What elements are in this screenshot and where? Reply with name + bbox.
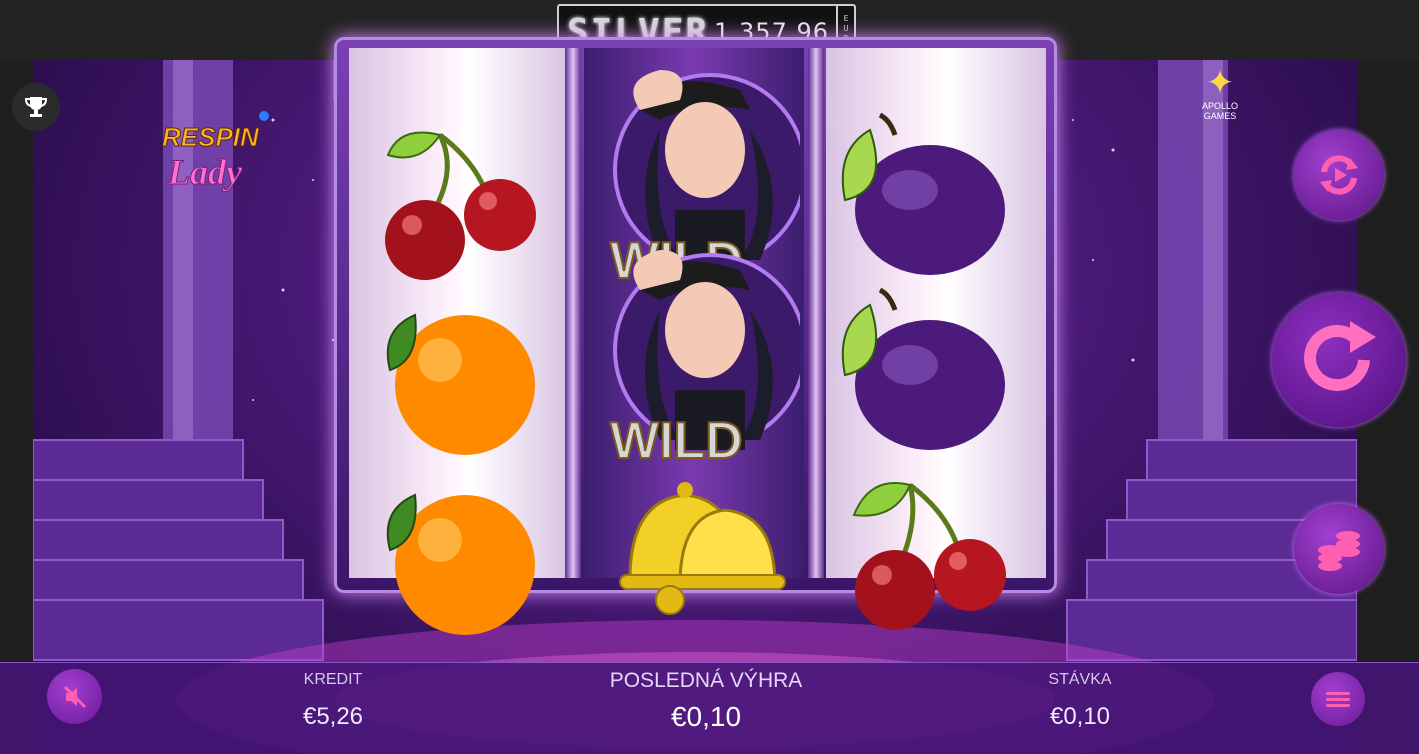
game-logo-line1: RESPIN <box>162 122 260 152</box>
svg-text:WILD: WILD <box>610 412 743 470</box>
autoplay-button[interactable] <box>1294 130 1384 220</box>
last-win-value: €0,10 <box>670 701 742 732</box>
spin-button[interactable] <box>1272 293 1406 427</box>
orange-icon <box>370 295 550 465</box>
bottom-bar: KREDIT €5,26 POSLEDNÁ VÝHRA €0,10 STÁVKA… <box>0 662 1419 754</box>
trophy-icon <box>24 97 48 117</box>
credit-label: KREDIT <box>303 671 363 688</box>
bet-label: STÁVKA <box>1048 671 1112 688</box>
autoplay-icon <box>1320 155 1358 195</box>
cherry-icon <box>370 115 550 285</box>
star-icon: ✦ <box>1205 64 1235 102</box>
game-logo: RESPIN Lady <box>158 110 278 200</box>
last-win-label: POSLEDNÁ VÝHRA <box>609 669 803 692</box>
coins-icon <box>1318 531 1360 571</box>
game-logo-line2: Lady <box>167 152 243 192</box>
plum-icon <box>835 285 1015 455</box>
hamburger-icon <box>1326 689 1350 710</box>
sound-toggle-button[interactable] <box>47 669 102 724</box>
reel-separator <box>565 48 581 578</box>
wild-lady-icon: WILD <box>600 250 807 471</box>
menu-button[interactable] <box>1311 672 1365 726</box>
provider-sub: GAMES <box>1203 111 1237 121</box>
reel-separator <box>808 48 824 578</box>
trophy-button[interactable] <box>12 83 60 131</box>
credit-value: €5,26 <box>302 703 364 730</box>
spin-icon <box>1304 321 1376 391</box>
provider-logo: ✦ APOLLO GAMES <box>1190 65 1250 130</box>
bell-icon <box>600 470 786 640</box>
provider-name: APOLLO <box>1201 101 1239 111</box>
mute-icon <box>63 685 86 708</box>
orange-icon <box>370 475 550 645</box>
cherry-icon <box>840 465 1020 635</box>
plum-icon <box>835 110 1015 280</box>
game-logo-art: RESPIN Lady <box>162 111 269 193</box>
bet-value[interactable]: €0,10 <box>1005 703 1155 731</box>
bet-coins-button[interactable] <box>1294 504 1384 594</box>
